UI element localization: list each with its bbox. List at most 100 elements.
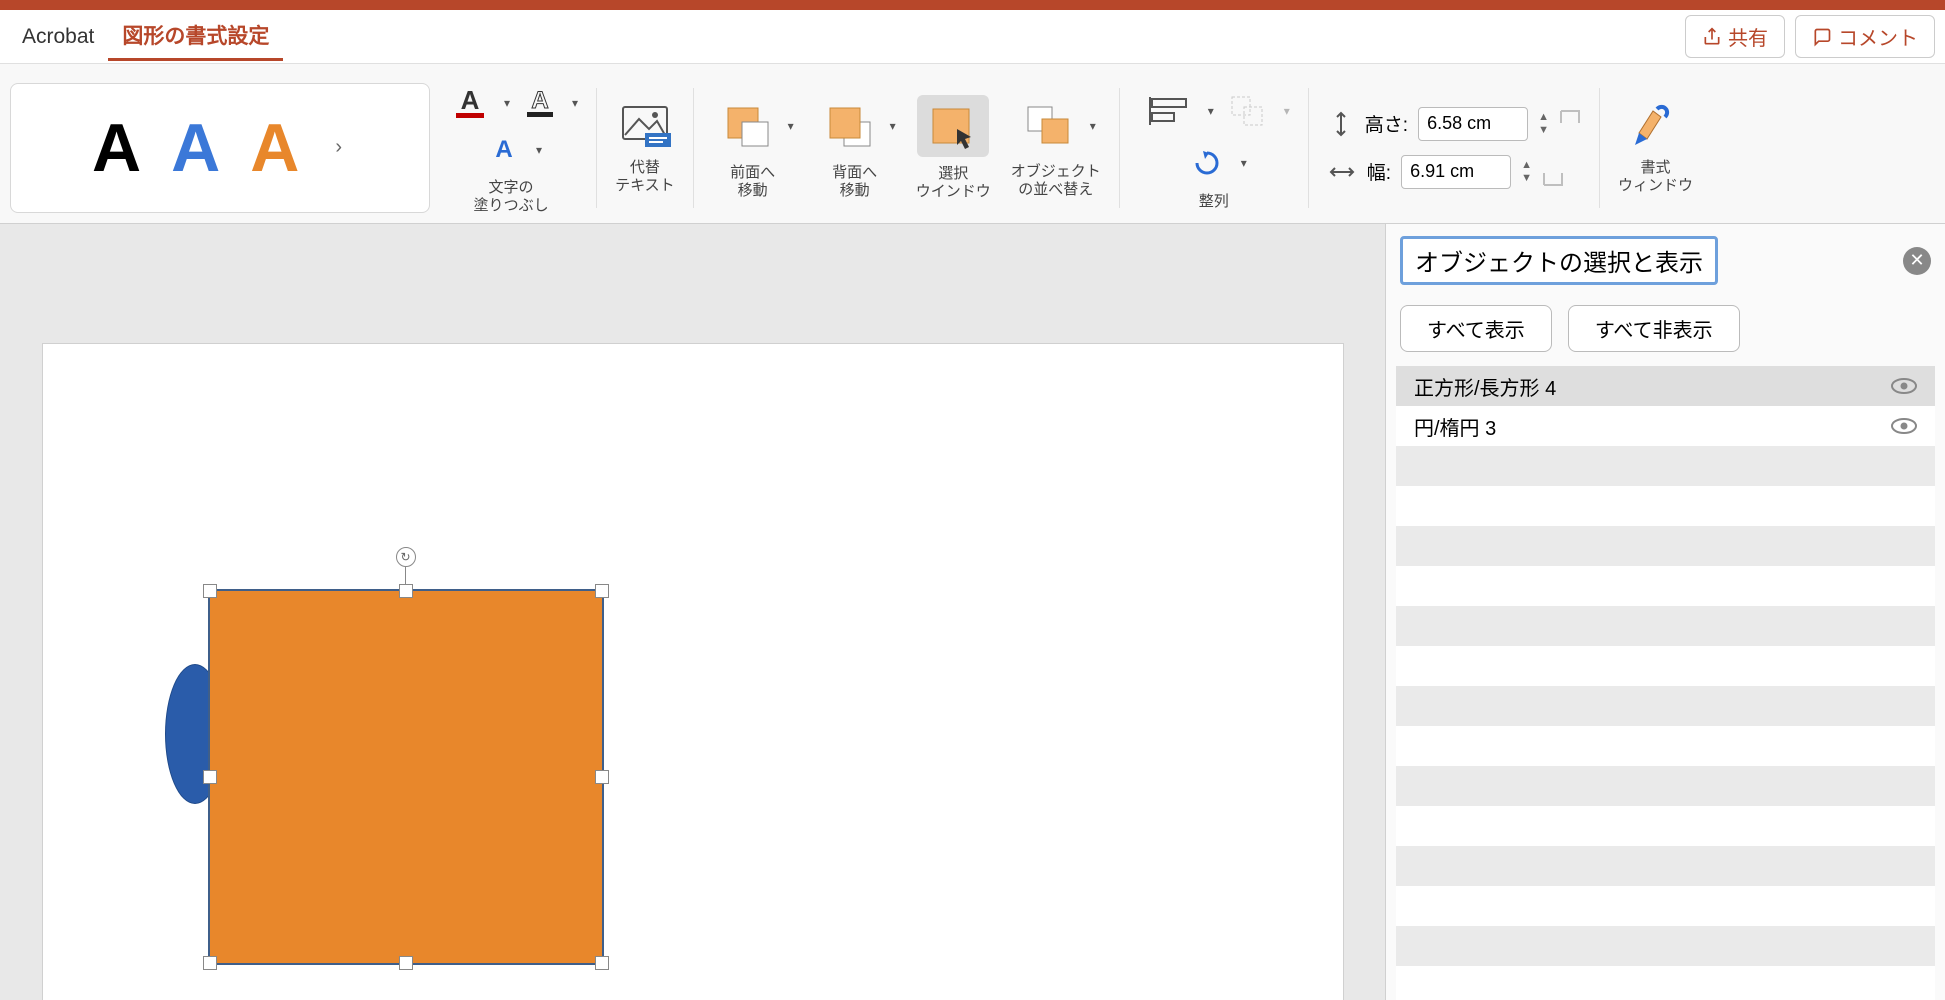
align-icon (1146, 91, 1192, 131)
separator (1119, 88, 1120, 208)
comment-button[interactable]: コメント (1795, 15, 1935, 58)
object-row-empty: . (1396, 606, 1935, 646)
object-name: 円/楕円 3 (1414, 412, 1496, 441)
object-row-empty: . (1396, 726, 1935, 766)
object-list: 正方形/長方形 4 円/楕円 3 . . . . . . . . . . . . (1396, 366, 1935, 1000)
svg-text:A: A (461, 87, 480, 115)
slide[interactable]: ↻ (43, 344, 1343, 1000)
height-spinner[interactable]: ▲▼ (1538, 112, 1549, 136)
object-name: 正方形/長方形 4 (1414, 372, 1556, 401)
comment-label: コメント (1838, 22, 1918, 51)
wordart-style-3[interactable]: A (250, 114, 299, 182)
comment-icon (1812, 27, 1832, 47)
align-label: 整列 (1199, 193, 1229, 211)
resize-handle-e[interactable] (595, 770, 609, 784)
separator (596, 88, 597, 208)
ribbon-tab-bar: Acrobat 図形の書式設定 共有 コメント (0, 10, 1945, 64)
send-backward-group: ▾ 背面へ 移動 (808, 96, 902, 200)
wordart-gallery[interactable]: A A A › (10, 83, 430, 213)
tab-acrobat[interactable]: Acrobat (8, 17, 108, 57)
width-icon (1327, 159, 1357, 185)
separator (1308, 88, 1309, 208)
rotation-handle[interactable]: ↻ (396, 547, 416, 567)
alt-text-icon (617, 101, 673, 151)
chevron-down-icon[interactable]: ▾ (504, 96, 510, 110)
tab-shape-format[interactable]: 図形の書式設定 (108, 12, 283, 61)
text-effects-button[interactable]: A (480, 129, 528, 171)
resize-handle-se[interactable] (595, 956, 609, 970)
rotate-icon (1189, 147, 1225, 179)
resize-handle-sw[interactable] (203, 956, 217, 970)
reorder-group: ▾ オブジェクト の並べ替え (1005, 97, 1107, 199)
chevron-down-icon[interactable]: ▾ (1241, 156, 1247, 170)
chevron-down-icon[interactable]: ▾ (1284, 104, 1290, 118)
object-row-empty: . (1396, 686, 1935, 726)
ribbon: A A A › A ▾ A ▾ A ▾ 文字の 塗りつぶし 代替 テキスト (0, 64, 1945, 224)
send-backward-button[interactable] (814, 96, 882, 156)
format-pane-group[interactable]: 書式 ウィンドウ (1612, 101, 1699, 195)
send-backward-icon (822, 102, 874, 150)
share-button[interactable]: 共有 (1685, 15, 1785, 58)
format-pane-icon (1627, 101, 1683, 151)
close-pane-button[interactable]: ✕ (1903, 247, 1931, 275)
selection-pane: オブジェクトの選択と表示 ✕ すべて表示 すべて非表示 正方形/長方形 4 円/… (1385, 224, 1945, 1000)
share-icon (1702, 27, 1722, 47)
chevron-down-icon[interactable]: ▾ (890, 119, 896, 133)
show-all-button[interactable]: すべて表示 (1400, 305, 1552, 352)
height-input[interactable] (1418, 107, 1528, 141)
svg-text:A: A (531, 88, 548, 114)
wordart-style-2[interactable]: A (171, 114, 220, 182)
object-row-empty: . (1396, 926, 1935, 966)
object-row-empty: . (1396, 766, 1935, 806)
text-outline-icon: A (524, 88, 556, 118)
rotate-button[interactable] (1181, 141, 1233, 185)
reorder-button[interactable] (1016, 97, 1082, 155)
close-icon: ✕ (1909, 250, 1924, 271)
selection-pane-button[interactable] (917, 95, 989, 157)
chevron-down-icon[interactable]: ▾ (536, 143, 542, 157)
canvas-area[interactable]: ↻ (0, 224, 1385, 1000)
alt-text-group[interactable]: 代替 テキスト (609, 101, 681, 195)
object-row-empty: . (1396, 486, 1935, 526)
shape-rectangle[interactable]: ↻ (208, 589, 604, 965)
selection-pane-icon (925, 101, 981, 151)
eye-icon (1891, 417, 1917, 435)
visibility-toggle[interactable] (1891, 417, 1917, 435)
visibility-toggle[interactable] (1891, 377, 1917, 395)
resize-handle-s[interactable] (399, 956, 413, 970)
width-label: 幅: (1367, 158, 1391, 185)
reorder-icon (1024, 103, 1074, 149)
object-row-empty: . (1396, 526, 1935, 566)
resize-handle-nw[interactable] (203, 584, 217, 598)
selection-pane-group: 選択 ウインドウ (910, 95, 997, 201)
resize-handle-n[interactable] (399, 584, 413, 598)
chevron-down-icon[interactable]: ▾ (788, 119, 794, 133)
object-row[interactable]: 正方形/長方形 4 (1396, 366, 1935, 406)
hide-all-button[interactable]: すべて非表示 (1568, 305, 1740, 352)
title-bar (0, 0, 1945, 10)
resize-handle-w[interactable] (203, 770, 217, 784)
object-row-empty: . (1396, 646, 1935, 686)
group-button[interactable] (1220, 87, 1276, 135)
selection-pane-label: 選択 ウインドウ (916, 165, 991, 201)
bring-forward-group: ▾ 前面へ 移動 (706, 96, 800, 200)
bring-forward-button[interactable] (712, 96, 780, 156)
object-row-empty: . (1396, 446, 1935, 486)
send-backward-label: 背面へ 移動 (832, 164, 877, 200)
wordart-style-1[interactable]: A (92, 114, 141, 182)
chevron-down-icon[interactable]: ▾ (1090, 119, 1096, 133)
object-row-empty: . (1396, 886, 1935, 926)
text-outline-button[interactable]: A (516, 82, 564, 124)
separator (693, 88, 694, 208)
height-label: 高さ: (1365, 110, 1408, 137)
chevron-down-icon[interactable]: ▾ (572, 96, 578, 110)
width-spinner[interactable]: ▲▼ (1521, 160, 1532, 184)
resize-handle-ne[interactable] (595, 584, 609, 598)
chevron-down-icon[interactable]: ▾ (1208, 104, 1214, 118)
text-fill-button[interactable]: A (444, 81, 496, 125)
align-button[interactable] (1138, 85, 1200, 137)
wordart-more-icon[interactable]: › (329, 136, 348, 159)
width-input[interactable] (1401, 155, 1511, 189)
bring-forward-icon (720, 102, 772, 150)
object-row[interactable]: 円/楕円 3 (1396, 406, 1935, 446)
